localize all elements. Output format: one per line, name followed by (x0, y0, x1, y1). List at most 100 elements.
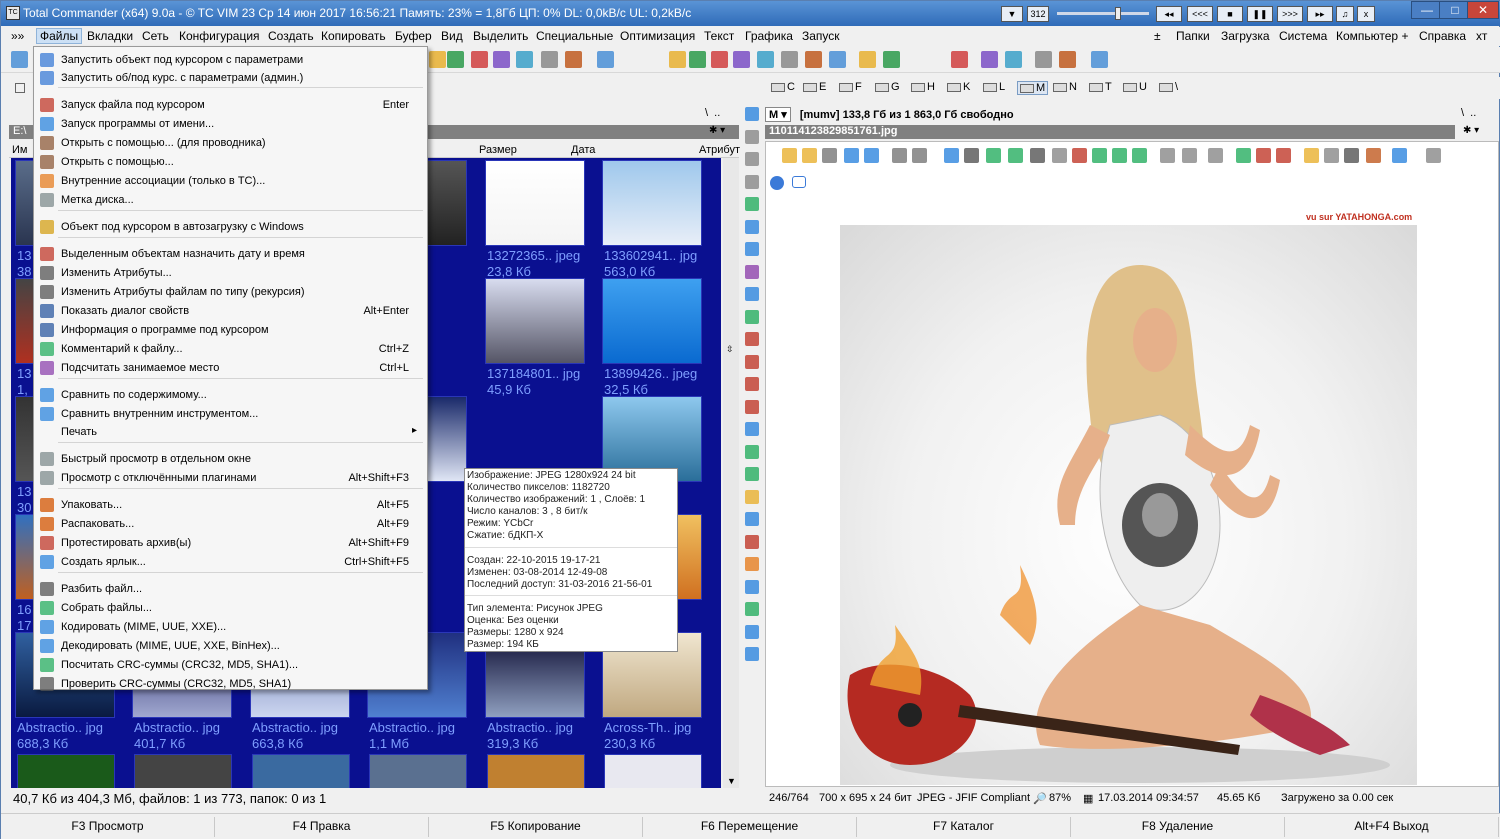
toolbar-icon-23[interactable] (1059, 51, 1076, 68)
drive-button-n[interactable]: N (1053, 81, 1077, 93)
files-menu-item-20[interactable]: Просмотр с отключёнными плагинами Alt+Shi… (36, 469, 425, 487)
fkey-f3[interactable]: F3 Просмотр (1, 817, 215, 837)
files-menu-item-6[interactable]: Внутренние ассоциации (только в TC)... (36, 172, 425, 190)
middle-tool-icon-20[interactable] (745, 557, 759, 571)
viewer-tool-icon-19[interactable] (1208, 148, 1223, 163)
viewer-tool-icon-27[interactable] (1392, 148, 1407, 163)
menu-right-item-0[interactable]: ± (1154, 29, 1161, 43)
drive-button-e[interactable]: E (803, 81, 826, 93)
menu-right-item-2[interactable]: Загрузка (1221, 29, 1270, 43)
drive-button-u[interactable]: U (1123, 81, 1147, 93)
thumbnail-image[interactable] (252, 754, 350, 788)
files-menu-item-1[interactable]: Запустить об/под курс. с параметрами (ад… (36, 69, 425, 87)
viewer-tool-icon-14[interactable] (1092, 148, 1107, 163)
col-date[interactable]: Дата (571, 144, 595, 156)
media-button-3[interactable]: ❚❚ (1247, 6, 1273, 22)
fkey-f8[interactable]: F8 Удаление (1071, 817, 1285, 837)
left-scrollbar[interactable]: ⇳ ▼ (723, 158, 739, 788)
middle-tool-icon-3[interactable] (745, 174, 759, 189)
files-menu-item-30[interactable]: Проверить CRC-суммы (CRC32, MD5, SHA1) (36, 675, 425, 693)
viewer-tool-icon-25[interactable] (1344, 148, 1359, 163)
viewer-tool-icon-2[interactable] (822, 148, 837, 163)
drive-button-l[interactable]: L (983, 81, 1005, 93)
volume-slider[interactable] (1057, 7, 1149, 20)
left-root-button[interactable]: \ .. (705, 107, 720, 119)
viewer-tool-icon-4[interactable] (864, 148, 879, 163)
toolbar-icon-19[interactable] (951, 51, 968, 68)
viewer-tool-icon-23[interactable] (1304, 148, 1319, 163)
viewer-tool-icon-7[interactable] (944, 148, 959, 163)
viewer-tool-icon-18[interactable] (1182, 148, 1197, 163)
middle-tool-icon-0[interactable] (745, 107, 759, 121)
toolbar-icon-4[interactable] (493, 51, 510, 68)
menu-item-8[interactable]: Вид (441, 29, 463, 43)
media-button-5[interactable]: ▸▸ (1307, 6, 1333, 22)
files-menu-item-26[interactable]: Собрать файлы... (36, 599, 425, 617)
thumbnail-item[interactable]: 137184801.. jpg 45,9 Кб (481, 276, 593, 397)
menu-right-item-5[interactable]: Справка (1419, 29, 1466, 43)
files-menu-item-9[interactable]: Выделенным объектам назначить дату и вре… (36, 245, 425, 263)
middle-tool-icon-12[interactable] (745, 377, 759, 391)
middle-tool-icon-22[interactable] (745, 602, 759, 616)
fkey-f6[interactable]: F6 Перемещение (643, 817, 857, 837)
middle-tool-icon-2[interactable] (745, 152, 759, 166)
files-menu-item-12[interactable]: Показать диалог свойств Alt+Enter (36, 302, 425, 320)
menu-right-item-3[interactable]: Система (1279, 29, 1327, 43)
thumbnail-item[interactable]: 13899426.. jpeg 32,5 Кб (598, 276, 710, 397)
viewer-tool-icon-3[interactable] (844, 148, 859, 163)
col-size[interactable]: Размер (479, 144, 517, 156)
toolbar-icon-0[interactable] (11, 51, 28, 68)
menu-item-13[interactable]: Графика (745, 29, 793, 43)
files-menu-item-17[interactable]: Сравнить внутренним инструментом... (36, 405, 425, 423)
viewer-tool-icon-13[interactable] (1072, 148, 1087, 163)
col-name[interactable]: Им (12, 144, 27, 156)
left-drive-icon[interactable] (15, 83, 25, 93)
toolbar-icon-9[interactable] (669, 51, 686, 68)
toolbar-icon-5[interactable] (516, 51, 533, 68)
toolbar-icon-3[interactable] (471, 51, 488, 68)
viewer-tool-icon-11[interactable] (1030, 148, 1045, 163)
files-menu-item-29[interactable]: Посчитать CRC-суммы (CRC32, MD5, SHA1)..… (36, 656, 425, 674)
menu-item-7[interactable]: Буфер (395, 29, 432, 43)
toolbar-icon-16[interactable] (829, 51, 846, 68)
viewer-tool-icon-16[interactable] (1132, 148, 1147, 163)
toolbar-icon-15[interactable] (805, 51, 822, 68)
media-button-4[interactable]: >>> (1277, 6, 1303, 22)
viewer-tool-icon-21[interactable] (1256, 148, 1271, 163)
menu-item-14[interactable]: Запуск (802, 29, 840, 43)
viewer-tool-icon-1[interactable] (802, 148, 817, 163)
fkey-f7[interactable]: F7 Каталог (857, 817, 1071, 837)
middle-tool-icon-6[interactable] (745, 242, 759, 256)
drive-button-t[interactable]: T (1089, 81, 1112, 93)
thumbnail-image[interactable] (17, 754, 115, 788)
middle-tool-icon-14[interactable] (745, 422, 759, 436)
middle-tool-icon-21[interactable] (745, 579, 759, 594)
files-menu-item-24[interactable]: Создать ярлык... Ctrl+Shift+F5 (36, 553, 425, 571)
viewer-tool-icon-20[interactable] (1236, 148, 1251, 163)
middle-tool-icon-11[interactable] (745, 354, 759, 369)
comment-icon[interactable] (792, 176, 806, 188)
media-button-2[interactable]: ■ (1217, 6, 1243, 22)
middle-tool-icon-8[interactable] (745, 287, 759, 301)
toolbar-icon-14[interactable] (781, 51, 798, 68)
drive-button-g[interactable]: G (875, 81, 900, 93)
files-menu-item-18[interactable]: Печать ▸ (36, 423, 425, 441)
middle-tool-icon-4[interactable] (745, 197, 759, 211)
files-menu-item-7[interactable]: Метка диска... (36, 191, 425, 209)
thumbnail-image[interactable] (369, 754, 467, 788)
menu-right-item-6[interactable]: хт (1476, 29, 1487, 43)
right-history-button[interactable]: ✱ ▾ (1463, 125, 1479, 136)
viewer-tool-icon-12[interactable] (1052, 148, 1067, 163)
thumbnail-image[interactable] (487, 754, 585, 788)
fkey-alt-f4[interactable]: Alt+F4 Выход (1285, 817, 1499, 837)
close-button[interactable]: ✕ (1467, 1, 1499, 19)
files-menu-item-14[interactable]: Комментарий к файлу... Ctrl+Z (36, 340, 425, 358)
files-menu-item-2[interactable]: Запуск файла под курсором Enter (36, 96, 425, 114)
scroll-down-arrow[interactable]: ▼ (727, 776, 736, 786)
menu-item-3[interactable]: Сеть (142, 29, 169, 43)
middle-tool-icon-24[interactable] (745, 647, 759, 661)
files-menu-item-0[interactable]: Запустить объект под курсором с параметр… (36, 51, 425, 69)
menu-item-4[interactable]: Конфигурация (179, 29, 260, 43)
menu-item-10[interactable]: Специальные (536, 29, 613, 43)
files-menu-item-16[interactable]: Сравнить по содержимому... (36, 386, 425, 404)
